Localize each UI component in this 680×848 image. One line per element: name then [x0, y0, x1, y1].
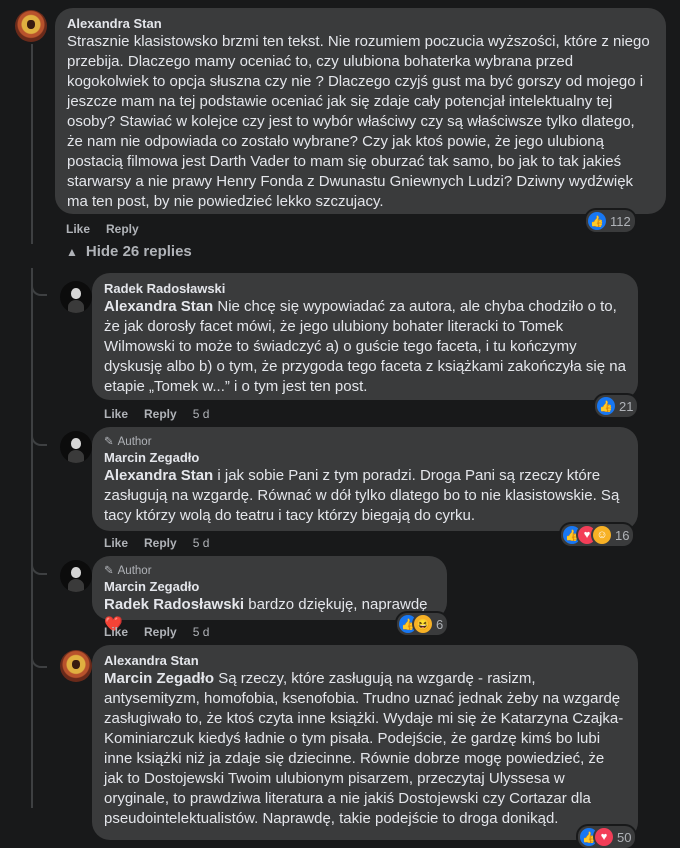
- like-button[interactable]: Like: [104, 625, 128, 639]
- reaction-count: 50: [617, 829, 632, 845]
- reaction-count: 21: [619, 398, 634, 414]
- author-badge-label: Author: [117, 436, 152, 448]
- reaction-count: 6: [436, 616, 444, 632]
- hide-replies-button[interactable]: ▲ Hide 26 replies: [66, 243, 192, 260]
- mention-link[interactable]: Marcin Zegadło: [104, 670, 214, 687]
- hide-replies-label: Hide 26 replies: [85, 243, 192, 260]
- reply-button[interactable]: Reply: [106, 222, 139, 236]
- thread-curve: [31, 428, 47, 446]
- reaction-count: 112: [610, 213, 631, 229]
- care-reaction-icon: ☺: [593, 526, 611, 544]
- pencil-icon: ✎: [104, 565, 114, 577]
- reply-bubble: ✎ Author Marcin Zegadło Alexandra Stan i …: [92, 427, 638, 531]
- reaction-summary[interactable]: 👍 ♥ ☺ 16: [561, 524, 634, 546]
- reaction-summary[interactable]: 👍 ♥ 50: [578, 826, 636, 848]
- comment-author[interactable]: Alexandra Stan: [67, 16, 654, 32]
- reply-text: Marcin Zegadło Są rzeczy, które zasługuj…: [104, 669, 626, 829]
- thread-line: [31, 44, 33, 244]
- comment-actions: Like Reply: [66, 222, 139, 236]
- like-button[interactable]: Like: [104, 407, 128, 421]
- avatar[interactable]: [15, 10, 47, 42]
- reply-bubble: Radek Radosławski Alexandra Stan Nie chc…: [92, 273, 638, 400]
- avatar[interactable]: [60, 431, 92, 463]
- chevron-up-icon: ▲: [66, 244, 78, 259]
- thread-curve: [31, 650, 47, 668]
- reply-text: Alexandra Stan Nie chcę się wypowiadać z…: [104, 297, 626, 397]
- like-reaction-icon: 👍: [588, 212, 606, 230]
- reply-button[interactable]: Reply: [144, 407, 177, 421]
- avatar[interactable]: [60, 560, 92, 592]
- thread-line: [31, 268, 33, 808]
- reply-bubble: Alexandra Stan Marcin Zegadło Są rzeczy,…: [92, 645, 638, 840]
- timestamp[interactable]: 5 d: [193, 536, 210, 550]
- comment-bubble: Alexandra Stan Strasznie klasistowsko br…: [55, 8, 666, 214]
- pencil-icon: ✎: [104, 436, 114, 448]
- reply-author[interactable]: Marcin Zegadło: [104, 579, 435, 595]
- reply-button[interactable]: Reply: [144, 625, 177, 639]
- reaction-count: 16: [615, 527, 630, 543]
- reply-body: Są rzeczy, które zasługują na wzgardę - …: [104, 670, 624, 827]
- mention-link[interactable]: Alexandra Stan: [104, 298, 213, 315]
- avatar[interactable]: [60, 650, 92, 682]
- like-button[interactable]: Like: [104, 536, 128, 550]
- reply-text: Alexandra Stan i jak sobie Pani z tym po…: [104, 466, 626, 526]
- reply-actions: Like Reply 5 d: [104, 625, 209, 639]
- love-reaction-icon: ♥: [595, 828, 613, 846]
- avatar[interactable]: [60, 281, 92, 313]
- like-button[interactable]: Like: [66, 222, 90, 236]
- reply-author[interactable]: Radek Radosławski: [104, 281, 626, 297]
- reply-actions: Like Reply 5 d: [104, 536, 209, 550]
- timestamp[interactable]: 5 d: [193, 407, 210, 421]
- thread-curve: [31, 557, 47, 575]
- thread-curve: [31, 278, 47, 296]
- timestamp[interactable]: 5 d: [193, 625, 210, 639]
- reaction-summary[interactable]: 👍 21: [595, 395, 638, 417]
- reaction-summary[interactable]: 👍 😆 6: [397, 613, 448, 635]
- mention-link[interactable]: Radek Radosławski: [104, 596, 244, 613]
- author-badge: ✎ Author: [104, 564, 435, 579]
- reply-button[interactable]: Reply: [144, 536, 177, 550]
- comment-text: Strasznie klasistowsko brzmi ten tekst. …: [67, 33, 650, 210]
- author-badge: ✎ Author: [104, 435, 626, 450]
- reply-author[interactable]: Marcin Zegadło: [104, 450, 626, 466]
- reply-actions: Like Reply 5 d: [104, 407, 209, 421]
- reply-bubble: ✎ Author Marcin Zegadło Radek Radosławski…: [92, 556, 447, 633]
- reply-author[interactable]: Alexandra Stan: [104, 653, 626, 669]
- like-reaction-icon: 👍: [597, 397, 615, 415]
- author-badge-label: Author: [117, 565, 152, 577]
- mention-link[interactable]: Alexandra Stan: [104, 467, 213, 484]
- haha-reaction-icon: 😆: [414, 615, 432, 633]
- reaction-summary[interactable]: 👍 112: [586, 210, 635, 232]
